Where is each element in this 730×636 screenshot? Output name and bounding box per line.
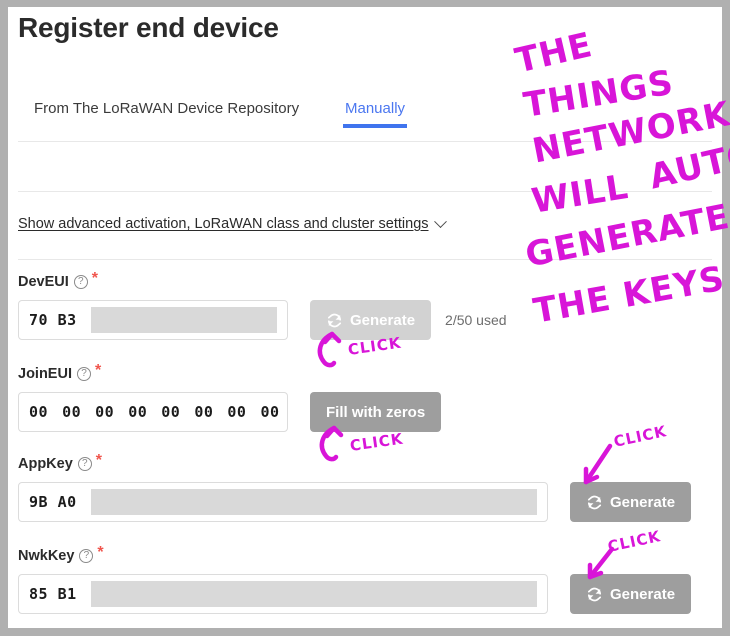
chevron-down-icon bbox=[433, 214, 447, 228]
field-row-nwkkey: 85 B1 Generate bbox=[18, 574, 692, 614]
refresh-icon bbox=[327, 313, 342, 327]
help-circle-icon[interactable]: ? bbox=[77, 457, 92, 471]
joineui-byte: 00 bbox=[95, 403, 115, 421]
label-text: NwkKey bbox=[18, 548, 75, 564]
deveui-redaction-bar bbox=[90, 307, 277, 333]
appkey-generate-button[interactable]: Generate bbox=[570, 482, 692, 522]
help-circle-icon[interactable]: ? bbox=[73, 275, 88, 289]
help-circle-icon[interactable]: ? bbox=[79, 549, 94, 563]
tab-from-lorawan-device-repository[interactable]: From The LoRaWAN Device Repository bbox=[32, 100, 301, 128]
field-deveui: DevEUI ? * 70 B3 Generate 2/50 used bbox=[18, 270, 507, 340]
field-label-joineui: JoinEUI ? * bbox=[18, 362, 441, 383]
button-label: Fill with zeros bbox=[326, 403, 426, 421]
appkey-value-prefix: 9B A0 bbox=[29, 493, 77, 511]
required-asterisk: * bbox=[91, 270, 99, 287]
required-asterisk: * bbox=[97, 544, 104, 561]
divider-tabbar bbox=[18, 141, 712, 142]
joineui-byte: 00 bbox=[194, 403, 214, 421]
field-row-deveui: 70 B3 Generate 2/50 used bbox=[18, 300, 507, 340]
advanced-settings-label: Show advanced activation, LoRaWAN class … bbox=[18, 216, 429, 232]
field-row-appkey: 9B A0 Generate bbox=[18, 482, 692, 522]
button-label: Generate bbox=[610, 585, 676, 603]
joineui-byte: 00 bbox=[260, 403, 280, 421]
divider-below-advanced bbox=[18, 259, 712, 260]
deveui-input[interactable]: 70 B3 bbox=[18, 300, 288, 340]
tab-label: Manually bbox=[345, 100, 406, 117]
refresh-icon bbox=[587, 495, 602, 509]
page-title: Register end device bbox=[18, 12, 279, 43]
nwkkey-input[interactable]: 85 B1 bbox=[18, 574, 548, 614]
deveui-value-prefix: 70 B3 bbox=[29, 311, 77, 329]
nwkkey-value-prefix: 85 B1 bbox=[29, 585, 77, 603]
tab-manually[interactable]: Manually bbox=[343, 100, 408, 128]
joineui-byte: 00 bbox=[62, 403, 82, 421]
label-text: DevEUI bbox=[18, 274, 69, 290]
required-asterisk: * bbox=[94, 362, 102, 379]
help-circle-icon[interactable]: ? bbox=[76, 367, 91, 381]
joineui-byte: 00 bbox=[128, 403, 148, 421]
deveui-quota-text: 2/50 used bbox=[445, 312, 507, 328]
refresh-icon bbox=[587, 587, 602, 601]
tab-label: From The LoRaWAN Device Repository bbox=[34, 100, 300, 117]
joineui-byte: 00 bbox=[29, 403, 49, 421]
button-label: Generate bbox=[610, 493, 676, 511]
label-text: AppKey bbox=[18, 456, 73, 472]
appkey-input[interactable]: 9B A0 bbox=[18, 482, 548, 522]
tab-bar: From The LoRaWAN Device Repository Manua… bbox=[8, 100, 722, 140]
field-appkey: AppKey ? * 9B A0 Generate bbox=[18, 452, 692, 522]
deveui-generate-button[interactable]: Generate bbox=[310, 300, 432, 340]
field-label-deveui: DevEUI ? * bbox=[18, 270, 507, 291]
tab-active-underline bbox=[343, 124, 408, 128]
field-joineui: JoinEUI ? * 00 00 00 00 00 00 00 00 Fill… bbox=[18, 362, 442, 432]
field-label-nwkkey: NwkKey ? * bbox=[18, 544, 691, 565]
register-end-device-card: Register end device From The LoRaWAN Dev… bbox=[8, 7, 722, 628]
joineui-input[interactable]: 00 00 00 00 00 00 00 00 bbox=[18, 392, 288, 432]
field-row-joineui: 00 00 00 00 00 00 00 00 Fill with zeros bbox=[18, 392, 442, 432]
joineui-byte: 00 bbox=[161, 403, 181, 421]
nwkkey-generate-button[interactable]: Generate bbox=[570, 574, 692, 614]
divider-above-advanced bbox=[18, 191, 712, 192]
field-label-appkey: AppKey ? * bbox=[18, 452, 691, 473]
required-asterisk: * bbox=[95, 452, 103, 469]
joineui-fill-with-zeros-button[interactable]: Fill with zeros bbox=[310, 392, 442, 432]
screenshot-root: Register end device From The LoRaWAN Dev… bbox=[0, 0, 730, 636]
field-nwkkey: NwkKey ? * 85 B1 Generate bbox=[18, 544, 692, 614]
nwkkey-redaction-bar bbox=[90, 581, 537, 607]
joineui-byte: 00 bbox=[227, 403, 247, 421]
show-advanced-settings-link[interactable]: Show advanced activation, LoRaWAN class … bbox=[18, 214, 447, 232]
button-label: Generate bbox=[350, 311, 416, 329]
label-text: JoinEUI bbox=[18, 366, 72, 382]
appkey-redaction-bar bbox=[90, 489, 537, 515]
